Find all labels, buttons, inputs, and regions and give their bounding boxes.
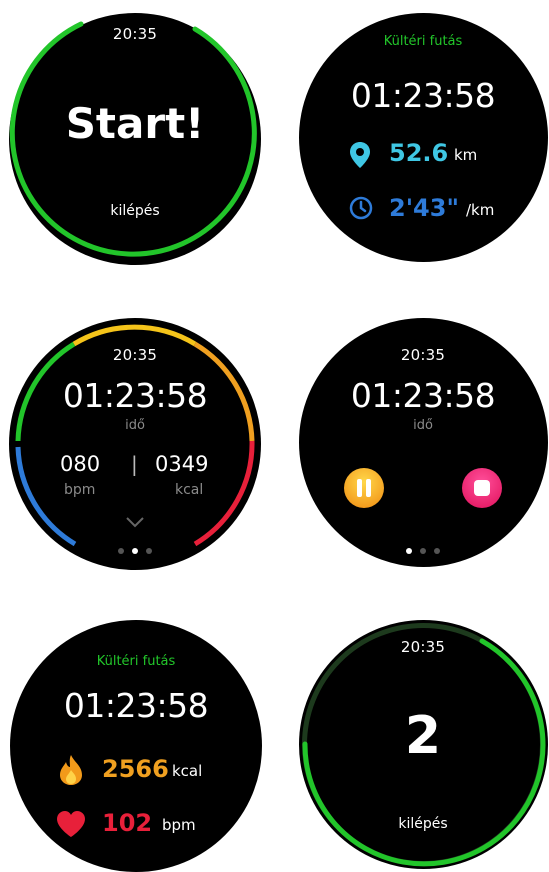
- watch-outdoor-screen: Kültéri futás 01:23:58 52.6 km 2'43" /km: [299, 13, 548, 262]
- pace-value: 2'43": [389, 194, 459, 222]
- exit-button[interactable]: kilépés: [398, 816, 447, 832]
- watch-calories-screen: Kültéri futás 01:23:58 2566 kcal 102 bpm: [10, 620, 262, 872]
- clock-time: 20:35: [400, 346, 446, 364]
- start-button[interactable]: Start!: [66, 99, 205, 148]
- distance-unit: km: [454, 146, 478, 164]
- pace-clock-icon: [349, 196, 373, 220]
- stop-button[interactable]: [462, 468, 502, 508]
- bpm-value: 080: [60, 452, 101, 476]
- location-pin-icon: [350, 142, 370, 168]
- bpm-value: 102: [102, 809, 153, 837]
- kcal-value: 0349: [155, 452, 209, 476]
- elapsed-time: 01:23:58: [350, 76, 496, 115]
- elapsed-time: 01:23:58: [62, 376, 208, 415]
- page-dot: [434, 548, 440, 554]
- elapsed-label: idő: [125, 418, 145, 433]
- distance-value: 52.6: [389, 139, 449, 167]
- page-dot-active: [406, 548, 412, 554]
- elapsed-label: idő: [413, 418, 433, 433]
- heart-icon: [57, 811, 85, 837]
- countdown-number: 2: [404, 706, 442, 766]
- watch-heartrate-screen: 20:35 01:23:58 idő 080 | 0349 bpm kcal: [9, 318, 261, 570]
- bpm-unit: bpm: [162, 816, 196, 834]
- bpm-label: bpm: [64, 482, 96, 498]
- clock-time: 20:35: [112, 346, 158, 364]
- workout-title: Kültéri futás: [383, 34, 463, 49]
- pace-unit: /km: [466, 201, 495, 219]
- pause-icon: [357, 479, 371, 497]
- watch-start-screen: 20:35 Start! kilépés: [9, 13, 261, 265]
- page-dot-active: [132, 548, 138, 554]
- elapsed-time: 01:23:58: [63, 686, 209, 725]
- chevron-down-icon[interactable]: [125, 516, 145, 528]
- workout-title: Kültéri futás: [96, 654, 176, 669]
- flame-icon: [60, 755, 82, 785]
- page-dot: [146, 548, 152, 554]
- clock-time: 20:35: [400, 638, 446, 656]
- page-dot: [118, 548, 124, 554]
- watch-countdown-screen: 20:35 2 kilépés: [299, 620, 548, 869]
- kcal-label: kcal: [175, 482, 204, 498]
- pause-button[interactable]: [344, 468, 384, 508]
- divider: |: [131, 452, 138, 476]
- page-dot: [420, 548, 426, 554]
- kcal-unit: kcal: [172, 762, 203, 780]
- watch-controls-screen: 20:35 01:23:58 idő: [299, 318, 548, 567]
- exit-button[interactable]: kilépés: [110, 203, 159, 219]
- kcal-value: 2566: [102, 755, 169, 783]
- clock-time: 20:35: [112, 25, 158, 43]
- elapsed-time: 01:23:58: [350, 376, 496, 415]
- stop-icon: [474, 480, 490, 496]
